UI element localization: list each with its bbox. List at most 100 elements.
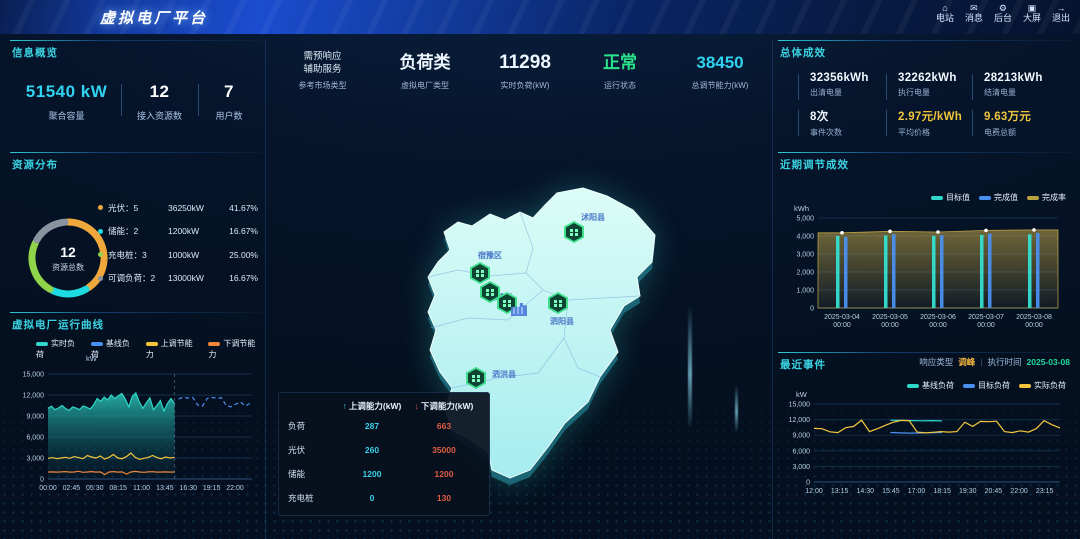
- legend-name: 光伏：5: [108, 202, 168, 214]
- marker-inner: [468, 369, 484, 387]
- legend-name: 可调负荷：2: [108, 272, 168, 284]
- panel-recent-events: 最近事件 响应类型 调峰 | 执行时间 2025-03-08 基线负荷 目标负荷…: [778, 352, 1074, 539]
- svg-text:08:15: 08:15: [109, 485, 127, 492]
- stat-label: 实时负荷(kW): [501, 80, 550, 91]
- stat-label: 聚合容量: [12, 109, 121, 122]
- legend-item: 下调节能力: [208, 338, 262, 360]
- resource-total-label: 资源总数: [52, 262, 84, 273]
- legend-percent: 16.67%: [229, 226, 258, 236]
- legend-item: 目标负荷: [963, 380, 1010, 391]
- legend-item: 实际负荷: [1019, 380, 1066, 391]
- exit-icon: →: [1056, 3, 1065, 13]
- svg-text:02:45: 02:45: [63, 485, 81, 492]
- svg-text:11:00: 11:00: [133, 485, 150, 492]
- market-type-value: 需预响应 辅助服务: [303, 48, 341, 78]
- menu-item-messages[interactable]: ✉ 消息: [965, 3, 983, 24]
- legend-chip: [979, 196, 991, 200]
- cell-settled-energy: 28213kWh结清电量: [972, 72, 1068, 98]
- svg-text:5,000: 5,000: [796, 216, 814, 223]
- panel-overall-results: 总体成效 32356kWh出清电量 32262kWh执行电量 28213kWh结…: [778, 40, 1074, 150]
- stat-value: 7: [198, 82, 260, 102]
- svg-text:12,000: 12,000: [789, 417, 811, 424]
- svg-text:00:00: 00:00: [39, 485, 57, 492]
- run-curve-chart[interactable]: 03,0006,0009,00012,00015,00000:0002:4505…: [12, 368, 258, 497]
- stat-label: 接入资源数: [121, 109, 198, 122]
- station-icon: ⌂: [942, 3, 947, 13]
- panel-run-curve: 虚拟电厂运行曲线 实时负荷 基线负荷 上调节能力 下调节能力 kW 03,000…: [10, 312, 262, 539]
- overall-grid: 32356kWh出清电量 32262kWh执行电量 28213kWh结清电量 8…: [798, 72, 1074, 148]
- light-beam-decoration: [688, 305, 692, 430]
- menu-item-exit[interactable]: → 退出: [1052, 3, 1070, 24]
- panel-title: 信息概览: [12, 45, 260, 60]
- marker-inner: [482, 283, 498, 301]
- svg-text:2,000: 2,000: [796, 270, 814, 277]
- stat-realtime-load: 11298 实时负荷(kW): [475, 48, 575, 98]
- legend-item: 上调节能力: [146, 338, 200, 360]
- menu-item-bigscreen[interactable]: ▣ 大屏: [1023, 3, 1041, 24]
- panel-title: 总体成效: [780, 45, 1072, 60]
- stat-label: 用户数: [198, 109, 260, 122]
- legend-capacity: 1000kW: [168, 250, 220, 260]
- svg-text:9,000: 9,000: [792, 433, 810, 440]
- column-divider: [265, 40, 266, 539]
- legend-chip: [208, 342, 220, 346]
- svg-text:19:30: 19:30: [959, 488, 977, 495]
- event-chart[interactable]: 03,0006,0009,00012,00015,00012:0013:1514…: [780, 396, 1068, 502]
- svg-text:22:00: 22:00: [226, 485, 244, 492]
- plant-glyph: [570, 229, 578, 236]
- menu-label: 退出: [1052, 13, 1070, 24]
- legend-dot: [98, 229, 103, 234]
- event-header: 响应类型 调峰 | 执行时间 2025-03-08: [919, 356, 1070, 368]
- svg-text:2025-03-0500:00: 2025-03-0500:00: [872, 314, 908, 329]
- svg-text:23:15: 23:15: [1036, 488, 1054, 495]
- arrow-up-icon: ↑: [343, 401, 347, 411]
- stat-value: 负荷类: [400, 48, 451, 78]
- legend-row-charger: 充电桩：3 1000kW 25.00%: [98, 243, 258, 267]
- menu-label: 消息: [965, 13, 983, 24]
- svg-text:12:00: 12:00: [805, 488, 823, 495]
- legend-percent: 41.67%: [229, 203, 258, 213]
- svg-text:6,000: 6,000: [26, 435, 44, 442]
- cell-cleared-energy: 32356kWh出清电量: [798, 72, 886, 98]
- svg-text:15:45: 15:45: [882, 488, 900, 495]
- response-type-value: 调峰: [958, 356, 975, 368]
- col-up-header: ↑上调能力(kW): [336, 400, 408, 412]
- marker-inner: [550, 294, 566, 312]
- page-title: 虚拟电厂平台: [100, 7, 208, 28]
- header-bar: 虚拟电厂平台 ⌂ 电站 ✉ 消息 ⚙ 后台 ▣ 大屏 → 退出: [0, 0, 1080, 34]
- event-legend: 基线负荷 目标负荷 实际负荷: [907, 380, 1066, 391]
- legend-item: 完成值: [979, 192, 1018, 203]
- svg-text:12,000: 12,000: [23, 393, 45, 400]
- svg-text:22:00: 22:00: [1010, 488, 1028, 495]
- svg-text:4,000: 4,000: [796, 234, 814, 241]
- adjustment-chart[interactable]: 01,0002,0003,0004,0005,0002025-03-0400:0…: [780, 212, 1068, 336]
- menu-item-backend[interactable]: ⚙ 后台: [994, 3, 1012, 24]
- legend-item: 目标值: [931, 192, 970, 203]
- tooltip-row-charger: 充电桩0130: [288, 486, 480, 510]
- menu-item-station[interactable]: ⌂ 电站: [936, 3, 954, 24]
- panel-title: 资源分布: [12, 157, 260, 172]
- svg-text:20:45: 20:45: [985, 488, 1003, 495]
- stat-value: 12: [121, 82, 198, 102]
- plant-glyph: [554, 300, 562, 307]
- legend-chip: [1027, 196, 1039, 200]
- legend-item: 完成率: [1027, 192, 1066, 203]
- panel-overview: 信息概览 51540 kW 聚合容量 12 接入资源数 7 用户数: [10, 40, 262, 150]
- overview-stats: 51540 kW 聚合容量 12 接入资源数 7 用户数: [12, 80, 260, 122]
- svg-text:2025-03-0600:00: 2025-03-0600:00: [920, 314, 956, 329]
- panel-recent-adjustment: 近期调节成效 目标值 完成值 完成率 kWh 01,0002,0003,0004…: [778, 152, 1074, 350]
- svg-text:0: 0: [810, 306, 814, 313]
- svg-text:14:30: 14:30: [857, 488, 875, 495]
- svg-text:15,000: 15,000: [789, 402, 811, 409]
- exec-time-label: 执行时间: [988, 356, 1022, 368]
- tooltip-row-load: 负荷287663: [288, 414, 480, 438]
- cell-average-price: 2.97元/kWh平均价格: [886, 108, 972, 138]
- stat-run-status: 正常 运行状态: [575, 48, 665, 98]
- svg-text:0: 0: [40, 477, 44, 484]
- legend-capacity: 36250kW: [168, 203, 220, 213]
- legend-chip: [907, 384, 919, 388]
- svg-text:3,000: 3,000: [796, 252, 814, 259]
- stat-total-adjust-capacity: 38450 总调节能力(kW): [665, 48, 775, 98]
- legend-row-adjustable-load: 可调负荷：2 13000kW 16.67%: [98, 267, 258, 291]
- svg-text:0: 0: [806, 480, 810, 487]
